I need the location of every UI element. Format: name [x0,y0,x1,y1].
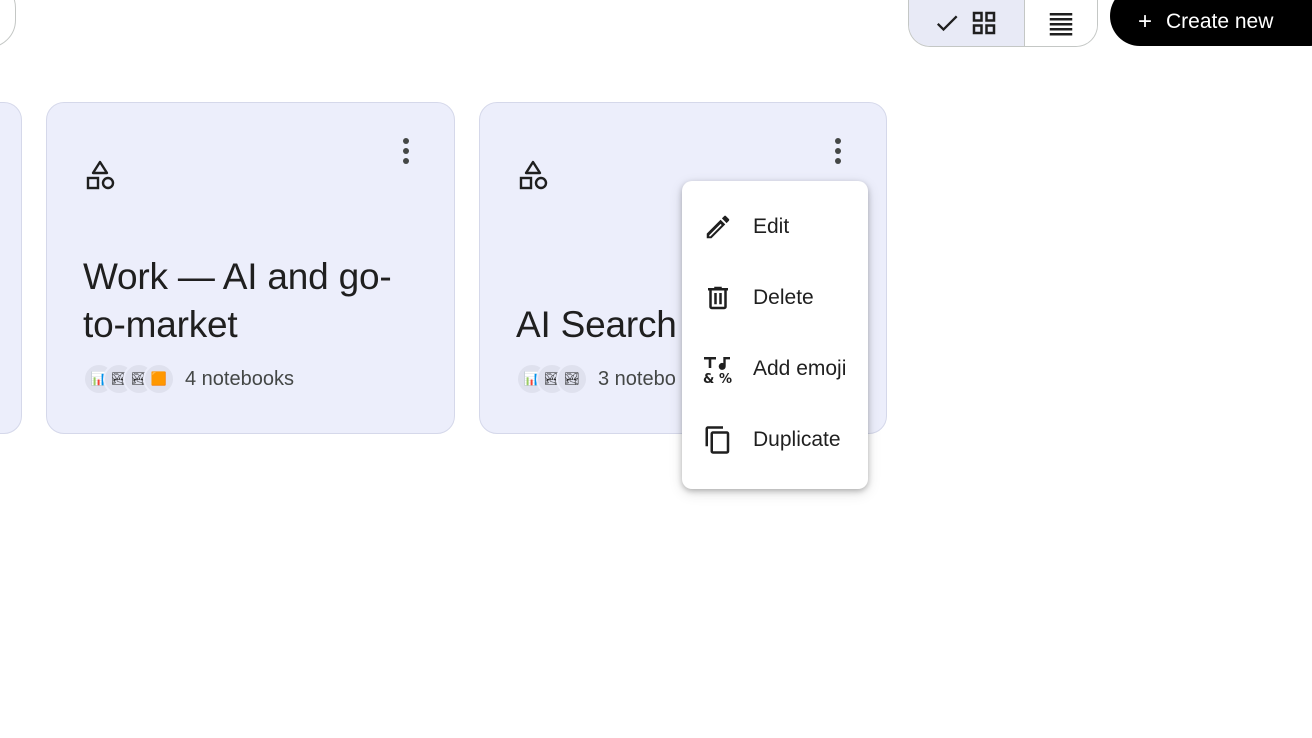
trash-icon [702,282,734,314]
avatar: 🟧 [143,363,175,395]
pencil-icon [702,211,734,243]
notebook-count: 4 notebooks [185,367,294,390]
notebook-card-partial[interactable] [0,102,22,434]
create-new-label: Create new [1166,10,1274,33]
grid-icon [969,8,999,38]
list-view-toggle[interactable] [1024,0,1097,46]
list-icon [1046,8,1076,38]
shapes-icon [83,159,117,193]
svg-text:&: & [703,372,714,385]
menu-item-add-emoji[interactable]: & % Add emoji [682,333,868,404]
grid-view-toggle[interactable] [909,0,1025,46]
checkmark-icon [933,9,961,37]
menu-item-label: Edit [753,214,790,238]
svg-text:%: % [719,372,732,385]
notebook-avatars: 📊 🏞 🏞 [516,363,588,395]
partial-control[interactable] [0,0,16,48]
copy-icon [702,424,734,456]
menu-item-duplicate[interactable]: Duplicate [682,404,868,475]
more-options-button[interactable] [392,135,420,171]
notebook-count: 3 notebo [598,367,676,390]
notebook-card[interactable]: Work — AI and go-to-market 📊 🏞 🏞 🟧 4 not… [46,102,455,434]
card-context-menu: Edit Delete & % Add emoji Duplicate [682,181,868,489]
card-title: Work — AI and go-to-market [83,256,392,345]
view-toggle-group [908,0,1098,47]
more-vert-icon [834,137,842,170]
create-new-button[interactable]: + Create new [1110,0,1312,46]
text-format-icon: & % [702,353,734,385]
menu-item-delete[interactable]: Delete [682,262,868,333]
card-footer: 📊 🏞 🏞 🟧 4 notebooks [83,363,294,395]
notebook-avatars: 📊 🏞 🏞 🟧 [83,363,175,395]
menu-item-edit[interactable]: Edit [682,191,868,262]
more-vert-icon [402,137,410,170]
card-footer: 📊 🏞 🏞 3 notebo [516,363,676,395]
menu-item-label: Delete [753,285,814,309]
menu-item-label: Duplicate [753,427,841,451]
shapes-icon [516,159,550,193]
page: + Create new Work — AI and go-to-market … [0,0,1312,738]
avatar: 🏞 [556,363,588,395]
menu-item-label: Add emoji [753,356,847,380]
plus-icon: + [1138,8,1153,35]
more-options-button[interactable] [824,135,852,171]
